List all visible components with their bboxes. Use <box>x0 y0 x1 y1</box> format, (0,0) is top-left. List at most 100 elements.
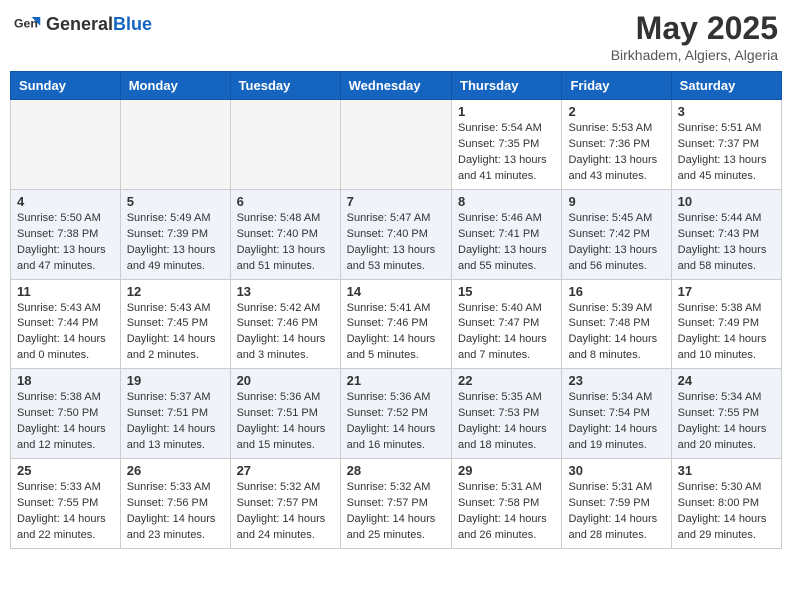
calendar-cell: 8 Sunrise: 5:46 AM Sunset: 7:41 PM Dayli… <box>452 189 562 279</box>
daylight-label: Daylight: 13 hours and 55 minutes. <box>458 244 547 272</box>
daylight-label: Daylight: 14 hours and 5 minutes. <box>347 333 436 361</box>
day-info: Sunrise: 5:36 AM Sunset: 7:51 PM Dayligh… <box>237 390 334 454</box>
day-number: 26 <box>127 463 224 478</box>
location: Birkhadem, Algiers, Algeria <box>611 47 778 63</box>
calendar-cell: 16 Sunrise: 5:39 AM Sunset: 7:48 PM Dayl… <box>562 279 671 369</box>
calendar-cell: 14 Sunrise: 5:41 AM Sunset: 7:46 PM Dayl… <box>340 279 451 369</box>
page-header: Gen GeneralBlue May 2025 Birkhadem, Algi… <box>10 10 782 63</box>
day-info: Sunrise: 5:46 AM Sunset: 7:41 PM Dayligh… <box>458 211 555 275</box>
calendar-cell: 4 Sunrise: 5:50 AM Sunset: 7:38 PM Dayli… <box>11 189 121 279</box>
day-number: 25 <box>17 463 114 478</box>
weekday-sunday: Sunday <box>11 72 121 100</box>
calendar-cell: 28 Sunrise: 5:32 AM Sunset: 7:57 PM Dayl… <box>340 459 451 549</box>
sunrise-label: Sunrise: 5:37 AM <box>127 391 211 403</box>
daylight-label: Daylight: 14 hours and 7 minutes. <box>458 333 547 361</box>
sunrise-label: Sunrise: 5:40 AM <box>458 302 542 314</box>
sunrise-label: Sunrise: 5:53 AM <box>568 122 652 134</box>
daylight-label: Daylight: 14 hours and 28 minutes. <box>568 513 657 541</box>
daylight-label: Daylight: 13 hours and 53 minutes. <box>347 244 436 272</box>
calendar-cell: 30 Sunrise: 5:31 AM Sunset: 7:59 PM Dayl… <box>562 459 671 549</box>
sunrise-label: Sunrise: 5:51 AM <box>678 122 762 134</box>
daylight-label: Daylight: 13 hours and 41 minutes. <box>458 154 547 182</box>
calendar-cell: 29 Sunrise: 5:31 AM Sunset: 7:58 PM Dayl… <box>452 459 562 549</box>
calendar-cell: 20 Sunrise: 5:36 AM Sunset: 7:51 PM Dayl… <box>230 369 340 459</box>
daylight-label: Daylight: 13 hours and 58 minutes. <box>678 244 767 272</box>
calendar-cell <box>230 100 340 190</box>
day-number: 9 <box>568 194 664 209</box>
daylight-label: Daylight: 14 hours and 29 minutes. <box>678 513 767 541</box>
sunrise-label: Sunrise: 5:32 AM <box>237 481 321 493</box>
weekday-friday: Friday <box>562 72 671 100</box>
day-number: 10 <box>678 194 775 209</box>
sunset-label: Sunset: 7:47 PM <box>458 317 539 329</box>
day-info: Sunrise: 5:51 AM Sunset: 7:37 PM Dayligh… <box>678 121 775 185</box>
daylight-label: Daylight: 14 hours and 26 minutes. <box>458 513 547 541</box>
weekday-header-row: SundayMondayTuesdayWednesdayThursdayFrid… <box>11 72 782 100</box>
day-info: Sunrise: 5:50 AM Sunset: 7:38 PM Dayligh… <box>17 211 114 275</box>
sunrise-label: Sunrise: 5:36 AM <box>347 391 431 403</box>
daylight-label: Daylight: 14 hours and 24 minutes. <box>237 513 326 541</box>
day-number: 7 <box>347 194 445 209</box>
daylight-label: Daylight: 13 hours and 43 minutes. <box>568 154 657 182</box>
day-number: 6 <box>237 194 334 209</box>
daylight-label: Daylight: 14 hours and 2 minutes. <box>127 333 216 361</box>
calendar-cell: 5 Sunrise: 5:49 AM Sunset: 7:39 PM Dayli… <box>120 189 230 279</box>
sunset-label: Sunset: 7:46 PM <box>347 317 428 329</box>
day-info: Sunrise: 5:35 AM Sunset: 7:53 PM Dayligh… <box>458 390 555 454</box>
sunset-label: Sunset: 7:35 PM <box>458 138 539 150</box>
sunset-label: Sunset: 8:00 PM <box>678 497 759 509</box>
sunset-label: Sunset: 7:40 PM <box>347 228 428 240</box>
weekday-thursday: Thursday <box>452 72 562 100</box>
sunrise-label: Sunrise: 5:35 AM <box>458 391 542 403</box>
sunrise-label: Sunrise: 5:38 AM <box>678 302 762 314</box>
daylight-label: Daylight: 14 hours and 3 minutes. <box>237 333 326 361</box>
sunset-label: Sunset: 7:55 PM <box>678 407 759 419</box>
day-info: Sunrise: 5:31 AM Sunset: 7:58 PM Dayligh… <box>458 480 555 544</box>
day-info: Sunrise: 5:32 AM Sunset: 7:57 PM Dayligh… <box>347 480 445 544</box>
calendar-cell: 9 Sunrise: 5:45 AM Sunset: 7:42 PM Dayli… <box>562 189 671 279</box>
sunset-label: Sunset: 7:39 PM <box>127 228 208 240</box>
day-info: Sunrise: 5:47 AM Sunset: 7:40 PM Dayligh… <box>347 211 445 275</box>
sunrise-label: Sunrise: 5:32 AM <box>347 481 431 493</box>
sunset-label: Sunset: 7:57 PM <box>237 497 318 509</box>
sunset-label: Sunset: 7:44 PM <box>17 317 98 329</box>
sunrise-label: Sunrise: 5:54 AM <box>458 122 542 134</box>
day-number: 8 <box>458 194 555 209</box>
logo: Gen GeneralBlue <box>14 10 152 38</box>
sunset-label: Sunset: 7:52 PM <box>347 407 428 419</box>
sunset-label: Sunset: 7:51 PM <box>237 407 318 419</box>
calendar-cell: 19 Sunrise: 5:37 AM Sunset: 7:51 PM Dayl… <box>120 369 230 459</box>
calendar-cell: 21 Sunrise: 5:36 AM Sunset: 7:52 PM Dayl… <box>340 369 451 459</box>
day-number: 18 <box>17 373 114 388</box>
week-row-2: 4 Sunrise: 5:50 AM Sunset: 7:38 PM Dayli… <box>11 189 782 279</box>
day-number: 31 <box>678 463 775 478</box>
calendar-cell: 3 Sunrise: 5:51 AM Sunset: 7:37 PM Dayli… <box>671 100 781 190</box>
sunrise-label: Sunrise: 5:44 AM <box>678 212 762 224</box>
week-row-4: 18 Sunrise: 5:38 AM Sunset: 7:50 PM Dayl… <box>11 369 782 459</box>
sunrise-label: Sunrise: 5:48 AM <box>237 212 321 224</box>
daylight-label: Daylight: 14 hours and 23 minutes. <box>127 513 216 541</box>
calendar-cell <box>120 100 230 190</box>
sunrise-label: Sunrise: 5:39 AM <box>568 302 652 314</box>
day-number: 16 <box>568 284 664 299</box>
day-number: 23 <box>568 373 664 388</box>
calendar-cell: 7 Sunrise: 5:47 AM Sunset: 7:40 PM Dayli… <box>340 189 451 279</box>
sunset-label: Sunset: 7:49 PM <box>678 317 759 329</box>
day-number: 1 <box>458 104 555 119</box>
day-number: 17 <box>678 284 775 299</box>
sunrise-label: Sunrise: 5:33 AM <box>17 481 101 493</box>
sunrise-label: Sunrise: 5:30 AM <box>678 481 762 493</box>
sunrise-label: Sunrise: 5:31 AM <box>568 481 652 493</box>
sunset-label: Sunset: 7:38 PM <box>17 228 98 240</box>
calendar-cell: 26 Sunrise: 5:33 AM Sunset: 7:56 PM Dayl… <box>120 459 230 549</box>
day-info: Sunrise: 5:31 AM Sunset: 7:59 PM Dayligh… <box>568 480 664 544</box>
calendar-cell: 2 Sunrise: 5:53 AM Sunset: 7:36 PM Dayli… <box>562 100 671 190</box>
sunrise-label: Sunrise: 5:50 AM <box>17 212 101 224</box>
day-info: Sunrise: 5:33 AM Sunset: 7:55 PM Dayligh… <box>17 480 114 544</box>
daylight-label: Daylight: 13 hours and 47 minutes. <box>17 244 106 272</box>
daylight-label: Daylight: 14 hours and 25 minutes. <box>347 513 436 541</box>
sunset-label: Sunset: 7:42 PM <box>568 228 649 240</box>
sunrise-label: Sunrise: 5:43 AM <box>17 302 101 314</box>
daylight-label: Daylight: 13 hours and 49 minutes. <box>127 244 216 272</box>
sunrise-label: Sunrise: 5:34 AM <box>568 391 652 403</box>
